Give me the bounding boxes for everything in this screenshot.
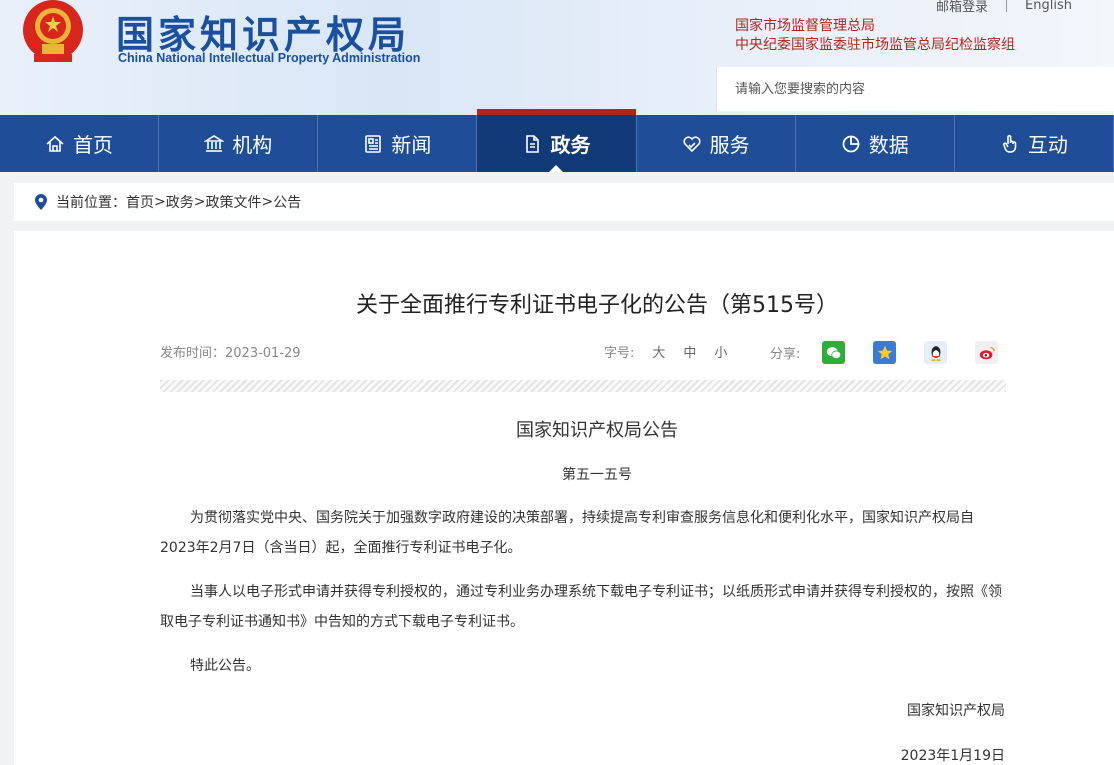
nav-item-interaction[interactable]: 互动 xyxy=(955,115,1114,172)
publish-info: 发布时间：2023-01-29 xyxy=(160,342,301,361)
site-subtitle: China National Intellectual Property Adm… xyxy=(118,51,421,65)
mail-login-link[interactable]: 邮箱登录 xyxy=(936,0,988,15)
qq-icon[interactable] xyxy=(924,341,948,364)
breadcrumb-policy-documents[interactable]: 政策文件 xyxy=(205,192,261,212)
nav-item-service[interactable]: 服务 xyxy=(637,115,796,172)
org-links: 国家市场监督管理总局 中央纪委国家监委驻市场监管总局纪检监察组 xyxy=(735,17,1015,55)
font-size-medium-button[interactable]: 中 xyxy=(683,342,696,361)
document-title: 国家知识产权局公告 xyxy=(516,420,678,441)
nav-label: 互动 xyxy=(1027,133,1068,157)
breadcrumb-separator: > xyxy=(154,194,166,210)
top-links: 邮箱登录 English xyxy=(936,0,1072,15)
article-content: 关于全面推行专利证书电子化的公告（第515号） 发布时间：2023-01-29 … xyxy=(14,231,1114,765)
news-icon xyxy=(365,134,382,153)
nav-item-home[interactable]: 首页 xyxy=(0,115,160,172)
qzone-icon[interactable] xyxy=(873,341,897,364)
article-paragraph: 当事人以电子形式申请并获得专利授权的，通过专利业务办理系统下载电子专利证书；以纸… xyxy=(160,584,1002,630)
publish-date: 2023-01-29 xyxy=(225,346,301,361)
publish-label: 发布时间： xyxy=(160,346,226,361)
institution-icon xyxy=(204,134,225,152)
hand-pointer-icon xyxy=(1003,134,1017,153)
font-size-small-button[interactable]: 小 xyxy=(714,342,727,361)
wechat-icon[interactable] xyxy=(822,341,846,364)
nav-label: 新闻 xyxy=(391,133,432,157)
nav-label: 数据 xyxy=(868,133,909,157)
font-size-controls: 字号: 大 中 小 xyxy=(604,342,745,361)
font-size-large-button[interactable]: 大 xyxy=(652,342,665,361)
nav-label: 服务 xyxy=(709,133,750,157)
share-bar: 分享: xyxy=(770,341,1026,364)
article-paragraph: 为贯彻落实党中央、国务院关于加强数字政府建设的决策部署，持续提高专利审查服务信息… xyxy=(160,510,974,556)
document-number: 第五一五号 xyxy=(562,467,632,483)
nav-item-institution[interactable]: 机构 xyxy=(159,115,319,172)
signature-date: 2023年1月19日 xyxy=(900,748,1005,764)
article-title: 关于全面推行专利证书电子化的公告（第515号） xyxy=(356,293,838,318)
discipline-inspection-link[interactable]: 中央纪委国家监委驻市场监管总局纪检监察组 xyxy=(735,36,1015,55)
document-icon xyxy=(526,134,540,153)
title-divider xyxy=(160,380,1006,392)
breadcrumb: 当前位置： 首页 > 政务 > 政策文件 > 公告 xyxy=(14,183,1114,221)
nav-item-government-affairs[interactable]: 政务 xyxy=(477,109,637,172)
location-pin-icon xyxy=(35,194,47,210)
home-icon xyxy=(46,135,64,152)
nav-label: 政务 xyxy=(550,133,591,157)
link-separator xyxy=(1006,0,1008,12)
site-header: 国家知识产权局 China National Intellectual Prop… xyxy=(0,0,1114,115)
breadcrumb-prefix: 当前位置： xyxy=(56,195,126,211)
samr-link[interactable]: 国家市场监督管理总局 xyxy=(735,17,1015,36)
breadcrumb-home[interactable]: 首页 xyxy=(126,192,154,212)
breadcrumb-announcement[interactable]: 公告 xyxy=(273,192,301,212)
nav-item-news[interactable]: 新闻 xyxy=(318,115,478,172)
breadcrumb-separator: > xyxy=(193,194,206,210)
main-nav: 首页 机构 新闻 政务 服务 数据 互动 xyxy=(0,109,1114,172)
english-link[interactable]: English xyxy=(1025,0,1072,13)
nav-label: 机构 xyxy=(232,133,273,157)
service-icon xyxy=(683,135,701,152)
signature: 国家知识产权局 xyxy=(907,703,1005,719)
font-size-label: 字号: xyxy=(604,346,635,361)
breadcrumb-separator: > xyxy=(261,194,274,210)
nav-item-data[interactable]: 数据 xyxy=(796,115,955,172)
nav-label: 首页 xyxy=(73,133,114,157)
national-emblem-icon xyxy=(23,0,83,62)
pie-chart-icon xyxy=(842,135,860,152)
search-input[interactable] xyxy=(717,67,1114,111)
article-paragraph: 特此公告。 xyxy=(190,658,260,674)
search-box xyxy=(716,67,1114,111)
share-label: 分享: xyxy=(770,347,801,362)
breadcrumb-government-affairs[interactable]: 政务 xyxy=(166,192,194,212)
weibo-icon[interactable] xyxy=(975,341,999,364)
